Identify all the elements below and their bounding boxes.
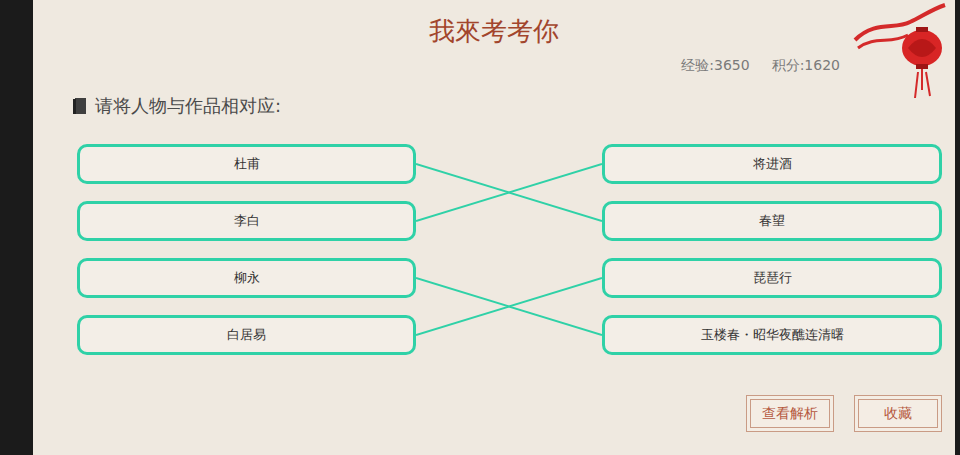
question-text: 请将人物与作品相对应: [95,94,281,118]
match-line [416,164,602,221]
question: 请将人物与作品相对应: [73,94,955,118]
match-line [416,278,602,335]
action-bar: 查看解析收藏 [33,395,942,432]
left-edge [0,0,33,455]
match-line [416,164,602,221]
stat-text: 积分:1620 [772,56,840,74]
work-card[interactable]: 将进酒 [602,144,942,184]
person-card[interactable]: 杜甫 [77,144,416,184]
stats-bar: 经验:3650 积分:1620 [33,56,840,74]
right-edge [955,0,960,455]
page-title: 我來考考你 [33,14,955,48]
action-button[interactable]: 收藏 [854,395,942,432]
book-icon [73,97,87,115]
stat-text: 经验:3650 [681,56,749,74]
person-card[interactable]: 柳永 [77,258,416,298]
screen: 我來考考你经验:3650 积分:1620 请将人物与作品相对应: 杜甫李白柳永白居易 将… [0,0,960,455]
work-card[interactable]: 春望 [602,201,942,241]
person-card[interactable]: 白居易 [77,315,416,355]
action-button[interactable]: 查看解析 [746,395,834,432]
work-card[interactable]: 琵琶行 [602,258,942,298]
lantern-icon [850,0,955,102]
match-lines [416,144,602,355]
quiz-panel: 我來考考你经验:3650 积分:1620 请将人物与作品相对应: 杜甫李白柳永白居易 将… [33,0,955,455]
match-board: 杜甫李白柳永白居易 将进酒春望琵琶行玉楼春・昭华夜醮连清曙 [77,144,955,355]
person-card[interactable]: 李白 [77,201,416,241]
work-card[interactable]: 玉楼春・昭华夜醮连清曙 [602,315,942,355]
match-line [416,278,602,335]
